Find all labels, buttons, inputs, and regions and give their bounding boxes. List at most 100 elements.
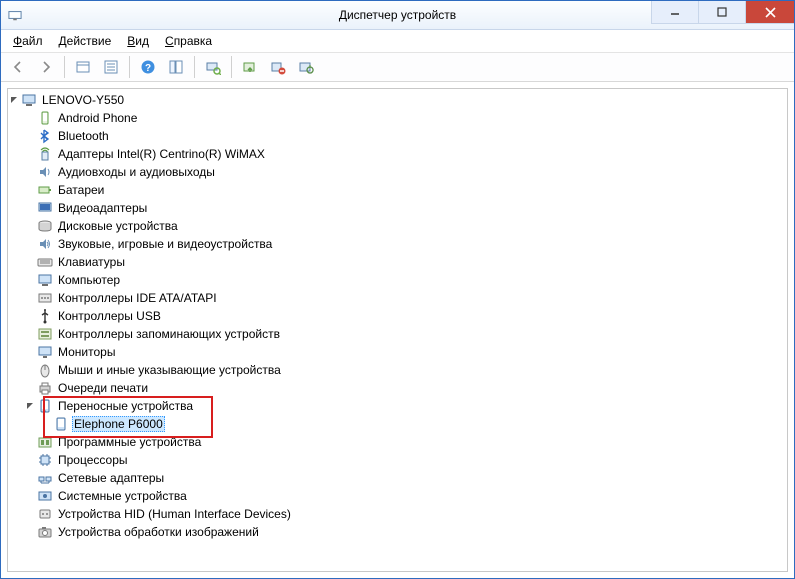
tree-node-label: Контроллеры IDE ATA/ATAPI [56, 291, 219, 305]
tree-spacer [40, 415, 52, 433]
menu-action[interactable]: Действие [51, 32, 120, 50]
app-icon [7, 7, 23, 23]
tree-node-label: Сетевые адаптеры [56, 471, 166, 485]
toolbar-separator [231, 56, 232, 78]
tree-node[interactable]: Очереди печати [8, 379, 787, 397]
mouse-icon [37, 362, 53, 378]
tree-node[interactable]: Системные устройства [8, 487, 787, 505]
tree-node[interactable]: Мониторы [8, 343, 787, 361]
toolbar-separator [194, 56, 195, 78]
tree-spacer [24, 361, 36, 379]
hid-icon [37, 506, 53, 522]
disable-button[interactable] [293, 54, 319, 80]
computer-icon [21, 92, 37, 108]
content-area: LENOVO-Y550Android Phone Bluetooth Адаптер… [1, 82, 794, 578]
titlebar[interactable]: Диспетчер устройств [1, 1, 794, 30]
toolbar-separator [64, 56, 65, 78]
tree-node[interactable]: Компьютер [8, 271, 787, 289]
tree-node-label: Переносные устройства [56, 399, 195, 413]
device-tree[interactable]: LENOVO-Y550Android Phone Bluetooth Адаптер… [7, 88, 788, 572]
uninstall-button[interactable] [265, 54, 291, 80]
menu-view[interactable]: Вид [119, 32, 157, 50]
monitor-icon [37, 344, 53, 360]
console-tree-button[interactable] [163, 54, 189, 80]
tree-node[interactable]: Клавиатуры [8, 253, 787, 271]
tree-node-label: Контроллеры USB [56, 309, 163, 323]
properties-button[interactable] [98, 54, 124, 80]
update-driver-button[interactable] [237, 54, 263, 80]
tree-node-label: Процессоры [56, 453, 130, 467]
tree-node-label: Устройства HID (Human Interface Devices) [56, 507, 293, 521]
portable-icon [37, 398, 53, 414]
menu-help[interactable]: Справка [157, 32, 220, 50]
tree-node-label: Системные устройства [56, 489, 189, 503]
tree-spacer [24, 325, 36, 343]
tree-node[interactable]: Звуковые, игровые и видеоустройства [8, 235, 787, 253]
window-controls [651, 1, 794, 23]
collapse-toggle[interactable] [24, 397, 36, 415]
tree-spacer [24, 523, 36, 541]
maximize-button[interactable] [698, 1, 745, 24]
tree-node[interactable]: Мыши и иные указывающие устройства [8, 361, 787, 379]
tree-spacer [24, 451, 36, 469]
tree-node[interactable]: Устройства обработки изображений [8, 523, 787, 541]
tree-node[interactable]: Устройства HID (Human Interface Devices) [8, 505, 787, 523]
bluetooth-icon [37, 128, 53, 144]
tree-spacer [24, 307, 36, 325]
tree-spacer [24, 469, 36, 487]
tree-node[interactable]: Elephone P6000 [8, 415, 787, 433]
tree-node[interactable]: Контроллеры USB [8, 307, 787, 325]
close-button[interactable] [745, 1, 794, 24]
tree-spacer [24, 271, 36, 289]
tree-spacer [24, 163, 36, 181]
tree-spacer [24, 379, 36, 397]
network-icon [37, 470, 53, 486]
tree-node[interactable]: Программные устройства [8, 433, 787, 451]
battery-icon [37, 182, 53, 198]
tree-node[interactable]: Дисковые устройства [8, 217, 787, 235]
tree-spacer [24, 109, 36, 127]
tree-spacer [24, 253, 36, 271]
tree-spacer [24, 145, 36, 163]
keyboard-icon [37, 254, 53, 270]
ide-icon [37, 290, 53, 306]
collapse-toggle[interactable] [8, 91, 20, 109]
tree-node[interactable]: LENOVO-Y550 [8, 91, 787, 109]
audio-icon [37, 164, 53, 180]
tree-node[interactable]: Батареи [8, 181, 787, 199]
tree-spacer [24, 487, 36, 505]
tree-node[interactable]: Сетевые адаптеры [8, 469, 787, 487]
device-icon [53, 416, 69, 432]
tree-node[interactable]: Переносные устройства [8, 397, 787, 415]
tree-spacer [24, 181, 36, 199]
tree-spacer [24, 127, 36, 145]
tree-node[interactable]: Контроллеры IDE ATA/ATAPI [8, 289, 787, 307]
tree-spacer [24, 199, 36, 217]
help-button[interactable]: ? [135, 54, 161, 80]
tree-node[interactable]: Адаптеры Intel(R) Centrino(R) WiMAX [8, 145, 787, 163]
forward-button[interactable] [33, 54, 59, 80]
pc-icon [37, 272, 53, 288]
tree-node[interactable]: Bluetooth [8, 127, 787, 145]
menu-file[interactable]: Файл [5, 32, 51, 50]
back-button[interactable] [5, 54, 31, 80]
tree-node-label: Устройства обработки изображений [56, 525, 261, 539]
tree-node[interactable]: Аудиовходы и аудиовыходы [8, 163, 787, 181]
menubar: Файл Действие Вид Справка [1, 30, 794, 53]
tree-node-label: Программные устройства [56, 435, 203, 449]
device-manager-window: Диспетчер устройств Файл Действие Вид Сп… [0, 0, 795, 579]
tree-node-label: Компьютер [56, 273, 122, 287]
tree-node-label: Bluetooth [56, 129, 111, 143]
tree-node[interactable]: Процессоры [8, 451, 787, 469]
minimize-button[interactable] [651, 1, 698, 24]
tree-node-label: Дисковые устройства [56, 219, 180, 233]
tree-spacer [24, 433, 36, 451]
show-hidden-button[interactable] [70, 54, 96, 80]
disk-icon [37, 218, 53, 234]
tree-node[interactable]: Видеоадаптеры [8, 199, 787, 217]
tree-node-label: Аудиовходы и аудиовыходы [56, 165, 217, 179]
tree-node[interactable]: Контроллеры запоминающих устройств [8, 325, 787, 343]
tree-spacer [24, 289, 36, 307]
scan-hardware-button[interactable] [200, 54, 226, 80]
tree-node[interactable]: Android Phone [8, 109, 787, 127]
